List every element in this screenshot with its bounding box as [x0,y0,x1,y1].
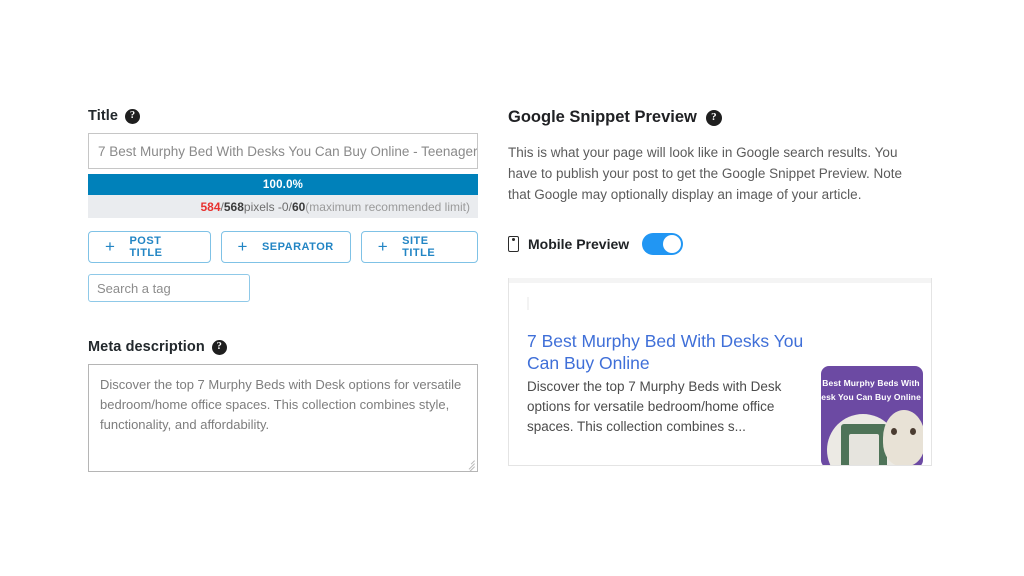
page-root: Title ? 7 Best Murphy Bed With Desks You… [0,0,1024,576]
snippet-card-inner: 7 Best Murphy Bed With Desks You Can Buy… [509,283,931,465]
panel-title-text: Google Snippet Preview [508,108,697,126]
limit-note: (maximum recommended limit) [305,199,470,214]
panel-description: This is what your page will look like in… [508,145,902,202]
site-title-button[interactable]: + SITE TITLE [360,231,478,263]
meta-description-value: Discover the top 7 Murphy Beds with Desk… [100,377,462,433]
post-title-button[interactable]: + POST TITLE [88,231,211,263]
snippet-title-link[interactable]: 7 Best Murphy Bed With Desks You Can Buy… [527,330,809,374]
max-pixels-value: 568 [223,199,244,214]
seo-editor-panel: Title ? 7 Best Murphy Bed With Desks You… [88,108,478,472]
max-chars-value: 60 [291,199,306,214]
current-chars-value: 0 [281,199,289,214]
thumbnail-furniture-shape [841,424,887,465]
separator-button[interactable]: + SEPARATOR [220,231,351,263]
separator-button-label: SEPARATOR [261,241,334,253]
current-pixels-value: 584 [200,199,221,214]
title-progress-bar: 100.0% [88,174,478,195]
title-progress-meta: 584 / 568 pixels - 0 / 60 (maximum recom… [88,195,478,218]
plus-icon: + [377,236,389,256]
snippet-body: 7 Best Murphy Bed With Desks You Can Buy… [527,330,923,465]
mobile-preview-toggle-row: Mobile Preview [508,232,938,255]
plus-icon: + [237,236,248,256]
title-input-value: 7 Best Murphy Bed With Desks You Can Buy… [98,143,478,159]
snippet-text-block: 7 Best Murphy Bed With Desks You Can Buy… [527,330,809,437]
plus-icon: + [105,236,116,256]
pixels-word: pixels - [243,199,282,214]
snippet-description: Discover the top 7 Murphy Beds with Desk… [527,379,782,435]
meta-description-label: Meta description ? [88,339,478,355]
title-length-meter: 100.0% 584 / 568 pixels - 0 / 60 (maximu… [88,174,478,218]
title-progress-label: 100.0% [262,178,304,191]
help-circle-icon[interactable]: ? [211,339,227,355]
thumbnail-overlay-line-2: Desk You Can Buy Online [821,392,921,402]
help-circle-icon[interactable]: ? [705,109,722,126]
site-title-button-label: SITE TITLE [402,235,436,259]
mobile-preview-switch[interactable] [642,232,684,255]
help-circle-icon[interactable]: ? [125,108,141,124]
snippet-url-placeholder [527,297,529,310]
thumbnail-person-shape [883,410,923,465]
snippet-preview-card: 7 Best Murphy Bed With Desks You Can Buy… [508,278,932,466]
title-variable-buttons: + POST TITLE + SEPARATOR + SITE TITLE [88,231,478,263]
meta-description-label-text: Meta description [88,339,205,355]
title-progress-fill: 100.0% [88,174,478,195]
title-input[interactable]: 7 Best Murphy Bed With Desks You Can Buy… [88,133,478,169]
toggle-knob [663,234,682,253]
meta-description-textarea[interactable]: Discover the top 7 Murphy Beds with Desk… [88,364,478,472]
tag-search-input[interactable]: Search a tag [88,274,250,302]
title-field-label: Title ? [88,108,478,124]
google-snippet-preview-panel: Google Snippet Preview ? This is what yo… [508,108,938,255]
thumbnail-overlay-line-1: 7 Best Murphy Beds With [821,378,920,388]
mobile-phone-icon [508,235,519,252]
mobile-preview-label: Mobile Preview [528,235,630,252]
tag-search-placeholder: Search a tag [97,280,171,296]
textarea-resize-handle[interactable] [463,457,475,471]
snippet-thumbnail: 7 Best Murphy Beds With Desk You Can Buy… [821,366,923,465]
panel-title: Google Snippet Preview ? [508,108,938,127]
title-label-text: Title [88,108,119,124]
post-title-button-label: POST TITLE [129,235,163,259]
